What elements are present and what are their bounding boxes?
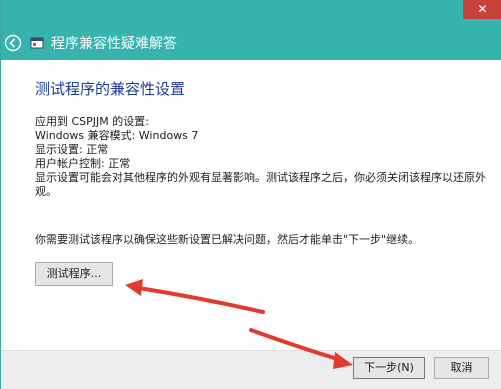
troubleshooter-app-icon <box>30 37 44 49</box>
window-title: 程序兼容性疑难解答 <box>51 36 177 52</box>
next-button[interactable]: 下一步(N) <box>353 357 425 379</box>
troubleshooter-window: ✕ 程序兼容性疑难解答 测试程序的兼容性设置 应用到 CSPJJM 的设置: W… <box>0 0 501 389</box>
footer-bar <box>1 350 501 389</box>
display-setting-text: 显示设置: 正常 <box>35 143 109 156</box>
uac-setting-text: 用户帐户控制: 正常 <box>35 157 131 170</box>
instruction-text: 你需要测试该程序以确保这些新设置已解决问题，然后才能单击"下一步"继续。 <box>35 233 420 246</box>
test-program-button[interactable]: 测试程序... <box>35 262 113 286</box>
content-area <box>1 60 501 352</box>
cancel-button[interactable]: 取消 <box>434 357 489 379</box>
back-arrow-icon <box>4 34 22 52</box>
compat-mode-text: Windows 兼容模式: Windows 7 <box>35 129 199 142</box>
close-button[interactable]: ✕ <box>463 0 501 19</box>
applies-to-text: 应用到 CSPJJM 的设置: <box>35 115 149 128</box>
display-warning-text: 显示设置可能会对其他程序的外观有显著影响。测试该程序之后，你必须关闭该程序以还原… <box>35 171 486 184</box>
page-heading: 测试程序的兼容性设置 <box>35 80 186 98</box>
back-button[interactable] <box>4 34 22 52</box>
close-icon: ✕ <box>477 2 488 16</box>
display-warning-text-cont: 观。 <box>35 185 57 198</box>
